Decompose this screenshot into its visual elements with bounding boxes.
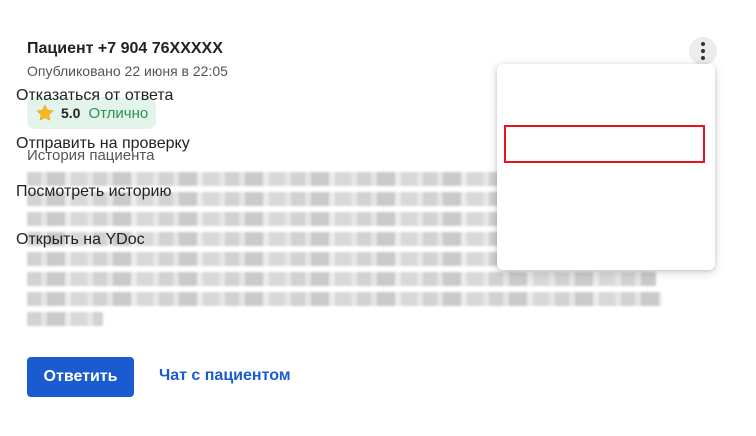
rating-label: Отлично xyxy=(88,104,149,122)
options-menu xyxy=(497,64,715,270)
more-options-icon[interactable] xyxy=(689,37,717,65)
reply-button[interactable]: Ответить xyxy=(27,357,134,397)
dot-icon xyxy=(701,42,705,46)
blurred-line xyxy=(27,292,662,306)
patient-title: Пациент +7 904 76XXXXX xyxy=(27,40,223,57)
rating-value: 5.0 xyxy=(61,105,81,121)
menu-item-open-ydoc[interactable]: Открыть на YDoc xyxy=(16,231,145,249)
dot-icon xyxy=(701,56,705,60)
blurred-line xyxy=(27,312,104,326)
chat-with-patient-link[interactable]: Чат с пациентом xyxy=(159,367,291,385)
star-icon xyxy=(36,104,54,121)
dot-icon xyxy=(701,49,705,53)
review-card: Пациент +7 904 76XXXXX Опубликовано 22 и… xyxy=(0,0,756,436)
menu-item-send-for-review[interactable]: Отправить на проверку xyxy=(16,135,190,153)
menu-item-decline-reply[interactable]: Отказаться от ответа xyxy=(16,87,173,105)
menu-item-view-history[interactable]: Посмотреть историю xyxy=(16,183,171,201)
blurred-line xyxy=(27,272,656,286)
published-date: Опубликовано 22 июня в 22:05 xyxy=(27,63,228,79)
